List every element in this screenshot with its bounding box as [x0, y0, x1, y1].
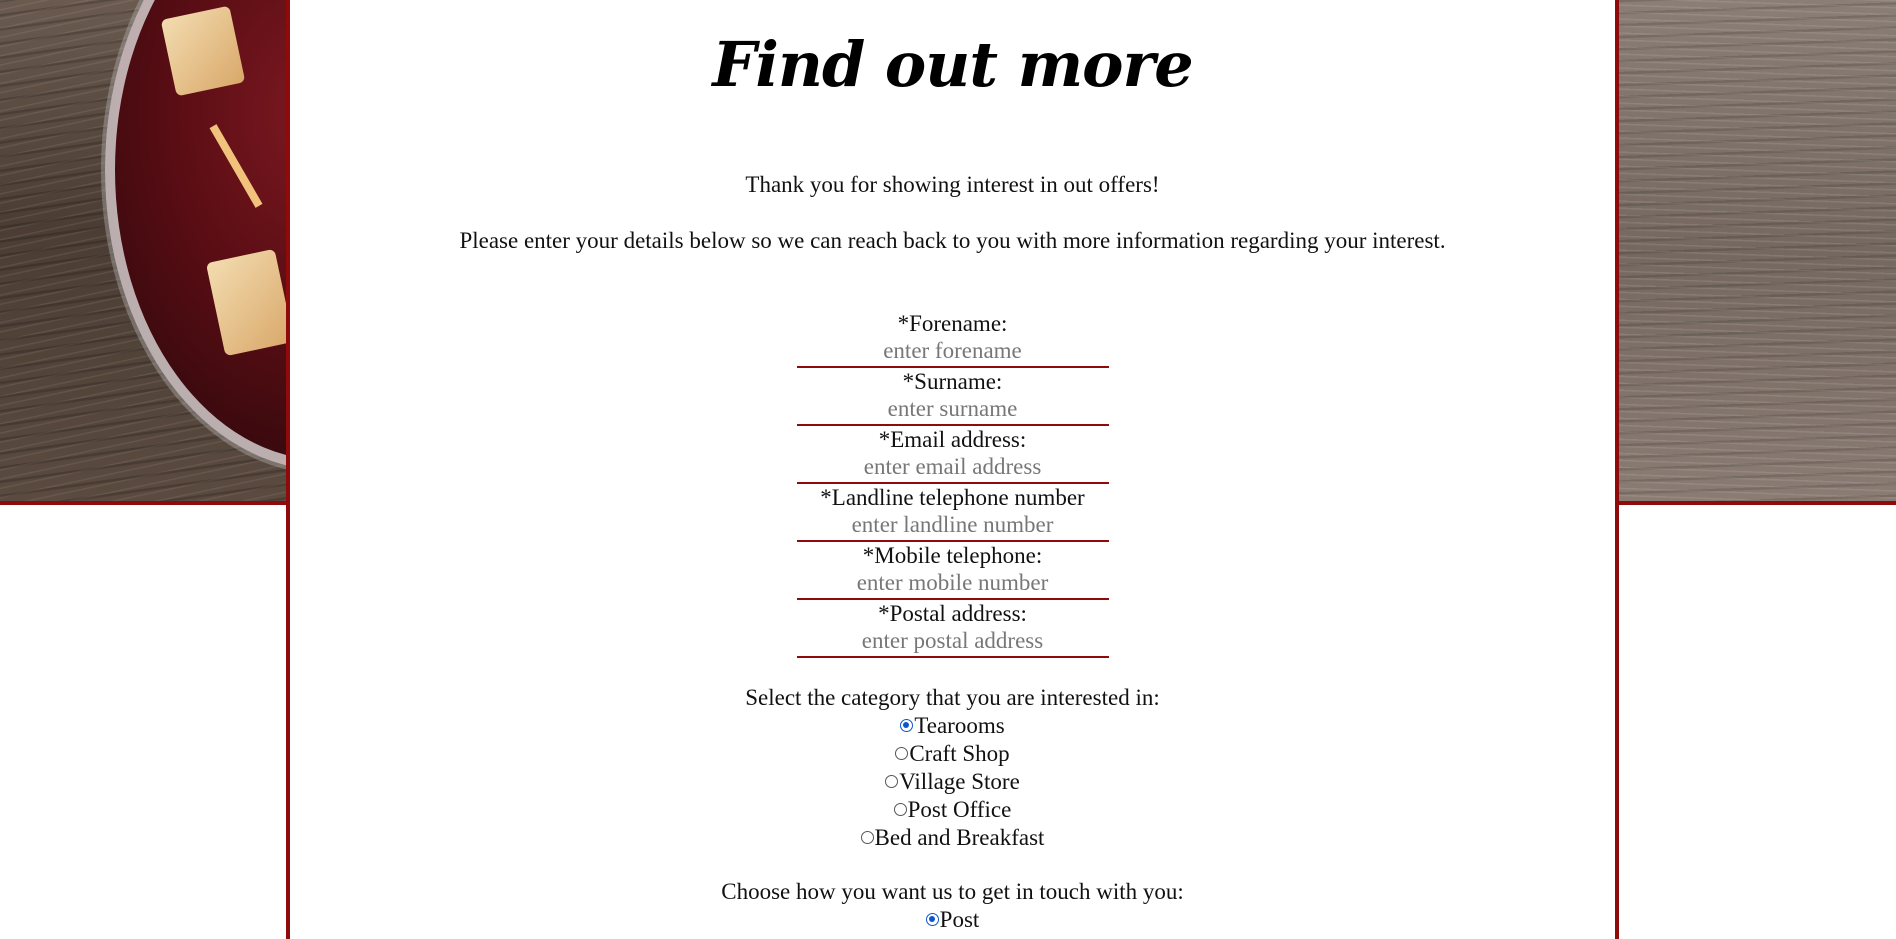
- option-label: Village Store: [899, 769, 1020, 794]
- email-input[interactable]: [796, 454, 1109, 480]
- mobile-label: *Mobile telephone:: [862, 543, 1043, 568]
- landline-field: *Landline telephone number: [796, 484, 1109, 542]
- instructions-text: Please enter your details below so we ca…: [459, 228, 1446, 253]
- postal-address-field: *Postal address:: [796, 600, 1109, 658]
- radio-button-checked[interactable]: [925, 913, 939, 926]
- page-title: Find out more: [712, 28, 1193, 101]
- intro-text: Thank you for showing interest in out of…: [745, 172, 1160, 197]
- category-option-village-store[interactable]: Village Store: [290, 768, 1615, 796]
- right-decorative-image: [1615, 0, 1896, 505]
- radio-button[interactable]: [860, 831, 874, 844]
- contact-method-label: Choose how you want us to get in touch w…: [721, 879, 1184, 904]
- radio-button[interactable]: [893, 803, 907, 816]
- mobile-field: *Mobile telephone:: [796, 542, 1109, 600]
- email-field: *Email address:: [796, 426, 1109, 484]
- surname-label: *Surname:: [902, 369, 1003, 394]
- category-option-bed-and-breakfast[interactable]: Bed and Breakfast: [290, 824, 1615, 852]
- category-option-tearooms[interactable]: Tearooms: [290, 712, 1615, 740]
- radio-button-checked[interactable]: [900, 719, 914, 732]
- option-label: Post: [939, 907, 980, 932]
- main-content: Find out more Thank you for showing inte…: [286, 0, 1619, 939]
- postal-address-input[interactable]: [796, 628, 1109, 654]
- option-label: Bed and Breakfast: [874, 825, 1045, 850]
- category-option-craft-shop[interactable]: Craft Shop: [290, 740, 1615, 768]
- option-label: Tearooms: [914, 713, 1005, 738]
- radio-button[interactable]: [885, 775, 899, 788]
- contact-option-post[interactable]: Post: [290, 906, 1615, 934]
- forename-input[interactable]: [796, 338, 1109, 364]
- surname-field: *Surname:: [796, 368, 1109, 426]
- page: Find out more Thank you for showing inte…: [0, 0, 1896, 939]
- mobile-input[interactable]: [796, 570, 1109, 596]
- option-label: Post Office: [907, 797, 1012, 822]
- landline-input[interactable]: [796, 512, 1109, 538]
- option-label: Craft Shop: [909, 741, 1010, 766]
- landline-label: *Landline telephone number: [820, 485, 1085, 510]
- contact-method-group: Choose how you want us to get in touch w…: [290, 878, 1615, 934]
- postal-address-label: *Postal address:: [878, 601, 1027, 626]
- left-decorative-image: [0, 0, 286, 505]
- category-group: Select the category that you are interes…: [290, 684, 1615, 852]
- category-label: Select the category that you are interes…: [745, 685, 1160, 710]
- enquiry-form: *Forename: *Surname: *Email address: *La…: [290, 310, 1615, 934]
- category-option-post-office[interactable]: Post Office: [290, 796, 1615, 824]
- forename-label: *Forename:: [897, 311, 1008, 336]
- surname-input[interactable]: [796, 396, 1109, 422]
- email-label: *Email address:: [878, 427, 1027, 452]
- radio-button[interactable]: [895, 747, 909, 760]
- forename-field: *Forename:: [796, 310, 1109, 368]
